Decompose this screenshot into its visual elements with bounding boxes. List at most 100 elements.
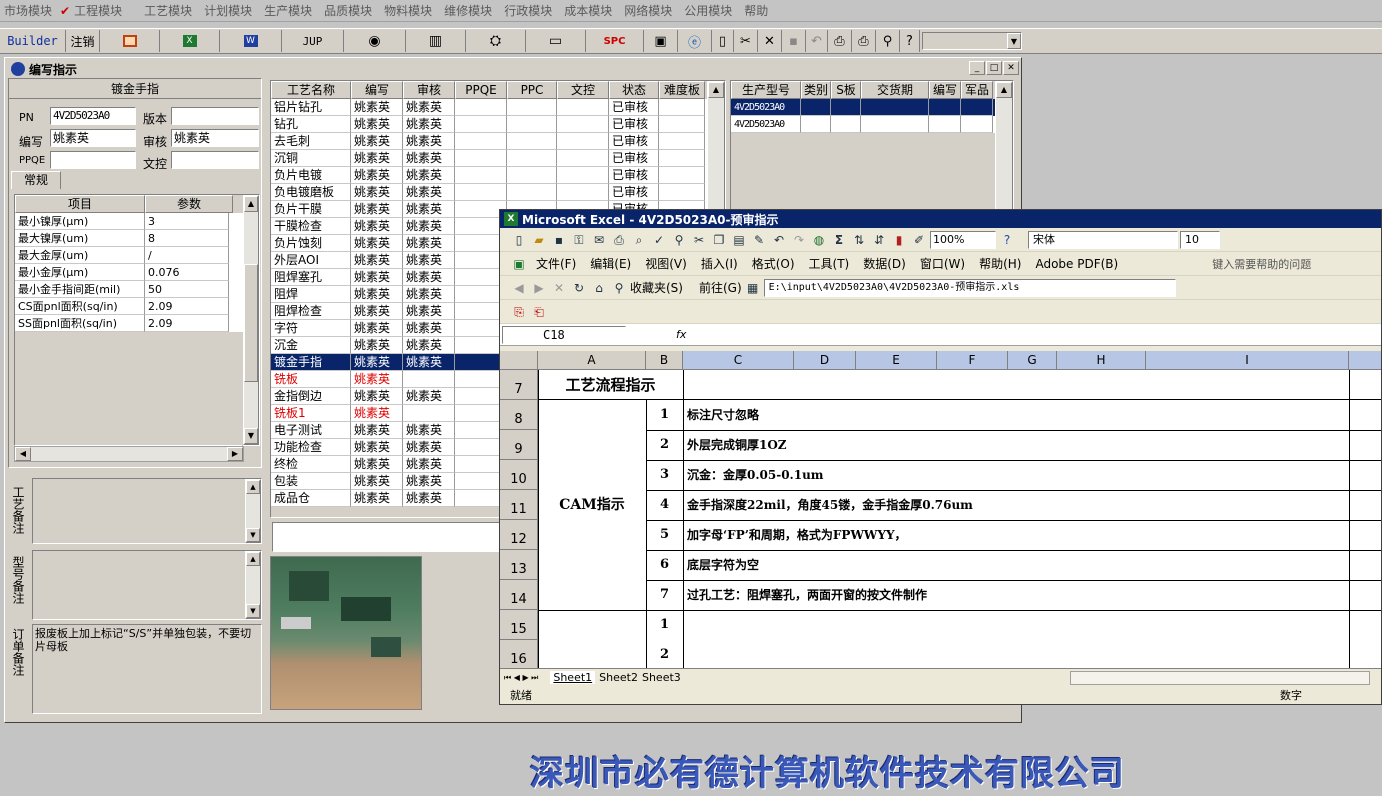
cell-item-text[interactable]: 金手指深度22mil，角度45镂，金手指金厚0.76um xyxy=(687,490,1347,520)
chevron-down-icon[interactable]: ▼ xyxy=(1007,33,1021,49)
preview-icon[interactable]: ⎙ xyxy=(828,30,852,52)
search-web-icon[interactable]: ⚲ xyxy=(610,279,628,297)
param-row[interactable]: 最小镍厚(μm) 3 xyxy=(15,213,259,230)
version-field[interactable] xyxy=(171,107,259,125)
print-preview-icon[interactable]: ⌕ xyxy=(630,231,648,249)
powerpoint-icon[interactable] xyxy=(100,30,160,52)
product-header[interactable]: 军品 xyxy=(961,81,993,99)
product-header[interactable]: 编写 xyxy=(929,81,961,99)
menu-engineering[interactable]: 工程模块 xyxy=(74,2,122,19)
menu-cost[interactable]: 成本模块 xyxy=(564,2,612,19)
row-header[interactable]: 14 xyxy=(500,580,538,610)
ie-icon[interactable]: ⓔ xyxy=(678,30,712,52)
redo-icon[interactable]: ↷ xyxy=(790,231,808,249)
review-field[interactable]: 姚素英 xyxy=(171,129,259,147)
toolbar-dropdown[interactable]: ▼ xyxy=(922,32,1022,50)
row-header[interactable]: 9 xyxy=(500,430,538,460)
email-icon[interactable]: ✉ xyxy=(590,231,608,249)
menu-admin[interactable]: 行政模块 xyxy=(504,2,552,19)
params-scrollbar[interactable]: ▲ ▼ xyxy=(243,195,259,445)
menu-process[interactable]: 工艺模块 xyxy=(144,2,192,19)
col-header[interactable]: I xyxy=(1146,351,1349,370)
note1-scrollbar[interactable]: ▲ ▼ xyxy=(245,479,261,543)
menu-network[interactable]: 网络模块 xyxy=(624,2,672,19)
process-row[interactable]: 铝片钻孔 姚素英 姚素英 已审核 xyxy=(271,99,725,116)
jup-button[interactable]: JUP xyxy=(282,30,344,52)
spc-button[interactable]: SPC xyxy=(586,30,644,52)
forward-icon[interactable]: ▶ xyxy=(530,279,548,297)
cell-item-text[interactable]: 底层字符为空 xyxy=(687,550,1347,580)
col-header[interactable]: E xyxy=(856,351,937,370)
pdf-email-icon[interactable]: ⎗ xyxy=(530,303,548,321)
param-row[interactable]: 最小金厚(μm) 0.076 xyxy=(15,264,259,281)
menu-help[interactable]: 帮助 xyxy=(744,2,768,19)
model-note-field[interactable]: ▲ ▼ xyxy=(32,550,262,620)
back-icon[interactable]: ◀ xyxy=(510,279,528,297)
cell-item-text[interactable]: 外层完成铜厚1OZ xyxy=(687,430,1347,460)
params-hscroll[interactable]: ◀ ▶ xyxy=(14,446,244,462)
cell-item-number[interactable]: 1 xyxy=(646,400,683,430)
excel-menu-window[interactable]: 窗口(W) xyxy=(920,255,965,272)
process-header[interactable]: 难度板 xyxy=(659,81,705,99)
network-icon[interactable]: ⛭ xyxy=(466,30,526,52)
scroll-thumb[interactable] xyxy=(244,264,258,382)
excel-menu-view[interactable]: 视图(V) xyxy=(645,255,687,272)
autosum-icon[interactable]: Σ xyxy=(830,231,848,249)
maximize-button[interactable]: □ xyxy=(986,61,1002,75)
help-icon[interactable]: ? xyxy=(900,30,920,52)
close-button[interactable]: ✕ xyxy=(1003,61,1019,75)
cell-item-text[interactable]: 标注尺寸忽略 xyxy=(687,400,1347,430)
product-header[interactable]: 交货期 xyxy=(861,81,929,99)
undo-icon[interactable]: ↶ xyxy=(806,30,828,52)
cell-item-number[interactable]: 3 xyxy=(646,460,683,490)
drawing-icon[interactable]: ✐ xyxy=(910,231,928,249)
product-header[interactable]: S板 xyxy=(831,81,861,99)
col-header[interactable]: H xyxy=(1057,351,1146,370)
excel-menu-file[interactable]: 文件(F) xyxy=(536,255,576,272)
cell-item-number[interactable]: 5 xyxy=(646,520,683,550)
excel-menu-edit[interactable]: 编辑(E) xyxy=(590,255,631,272)
cell-cam-instruction[interactable]: CAM指示 xyxy=(538,400,646,610)
process-row[interactable]: 负片电镀 姚素英 姚素英 已审核 xyxy=(271,167,725,184)
col-header[interactable]: A xyxy=(538,351,646,370)
cell-item-number[interactable]: 1 xyxy=(646,610,683,640)
product-row[interactable]: 4V2D5023A0 xyxy=(731,99,1013,116)
open-icon[interactable]: ▰ xyxy=(530,231,548,249)
logout-button[interactable]: 注销 xyxy=(66,30,100,52)
param-row[interactable]: SS面pnl面积(sq/in) 2.09 xyxy=(15,315,259,332)
cell-item-number[interactable]: 7 xyxy=(646,580,683,610)
copy-icon[interactable]: ❐ xyxy=(710,231,728,249)
cut-icon[interactable]: ✂ xyxy=(690,231,708,249)
process-row[interactable]: 钻孔 姚素英 姚素英 已审核 xyxy=(271,116,725,133)
process-header[interactable]: 状态 xyxy=(609,81,659,99)
print-icon[interactable]: ⎙ xyxy=(852,30,876,52)
cell-item-number[interactable]: 4 xyxy=(646,490,683,520)
row-header[interactable]: 11 xyxy=(500,490,538,520)
menu-quality[interactable]: 品质模块 xyxy=(324,2,372,19)
excel-menu-format[interactable]: 格式(O) xyxy=(752,255,795,272)
excel-icon[interactable]: X xyxy=(160,30,220,52)
format-painter-icon[interactable]: ✎ xyxy=(750,231,768,249)
font-select[interactable]: 宋体 xyxy=(1028,230,1178,249)
product-row[interactable]: 4V2D5023A0 xyxy=(731,116,1013,133)
param-row[interactable]: 最大金厚(um) / xyxy=(15,247,259,264)
show-web-toolbar-icon[interactable]: ▦ xyxy=(744,279,762,297)
tab-nav-icon[interactable]: ⏮ ◀ ▶ ⏭ xyxy=(504,673,538,683)
database-icon[interactable]: ▥ xyxy=(406,30,466,52)
row-header[interactable]: 12 xyxy=(500,520,538,550)
paste-icon[interactable]: ▤ xyxy=(730,231,748,249)
process-input[interactable] xyxy=(272,522,500,552)
col-header[interactable]: F xyxy=(937,351,1008,370)
cut-icon[interactable]: ✂ xyxy=(734,30,758,52)
scroll-right-icon[interactable]: ▶ xyxy=(227,447,243,461)
product-header[interactable]: 生产型号 xyxy=(731,81,801,99)
col-header[interactable]: C xyxy=(683,351,794,370)
excel-menu-adobe[interactable]: Adobe PDF(B) xyxy=(1035,257,1118,271)
help-question-field[interactable]: 键入需要帮助的问题 xyxy=(1212,256,1311,272)
process-row[interactable]: 负电镀磨板 姚素英 姚素英 已审核 xyxy=(271,184,725,201)
word-icon[interactable]: W xyxy=(220,30,282,52)
scroll-down-icon[interactable]: ▼ xyxy=(244,428,258,444)
row-header[interactable]: 13 xyxy=(500,550,538,580)
process-row[interactable]: 沉铜 姚素英 姚素英 已审核 xyxy=(271,150,725,167)
cell-r7-title[interactable]: 工艺流程指示 xyxy=(538,370,683,400)
